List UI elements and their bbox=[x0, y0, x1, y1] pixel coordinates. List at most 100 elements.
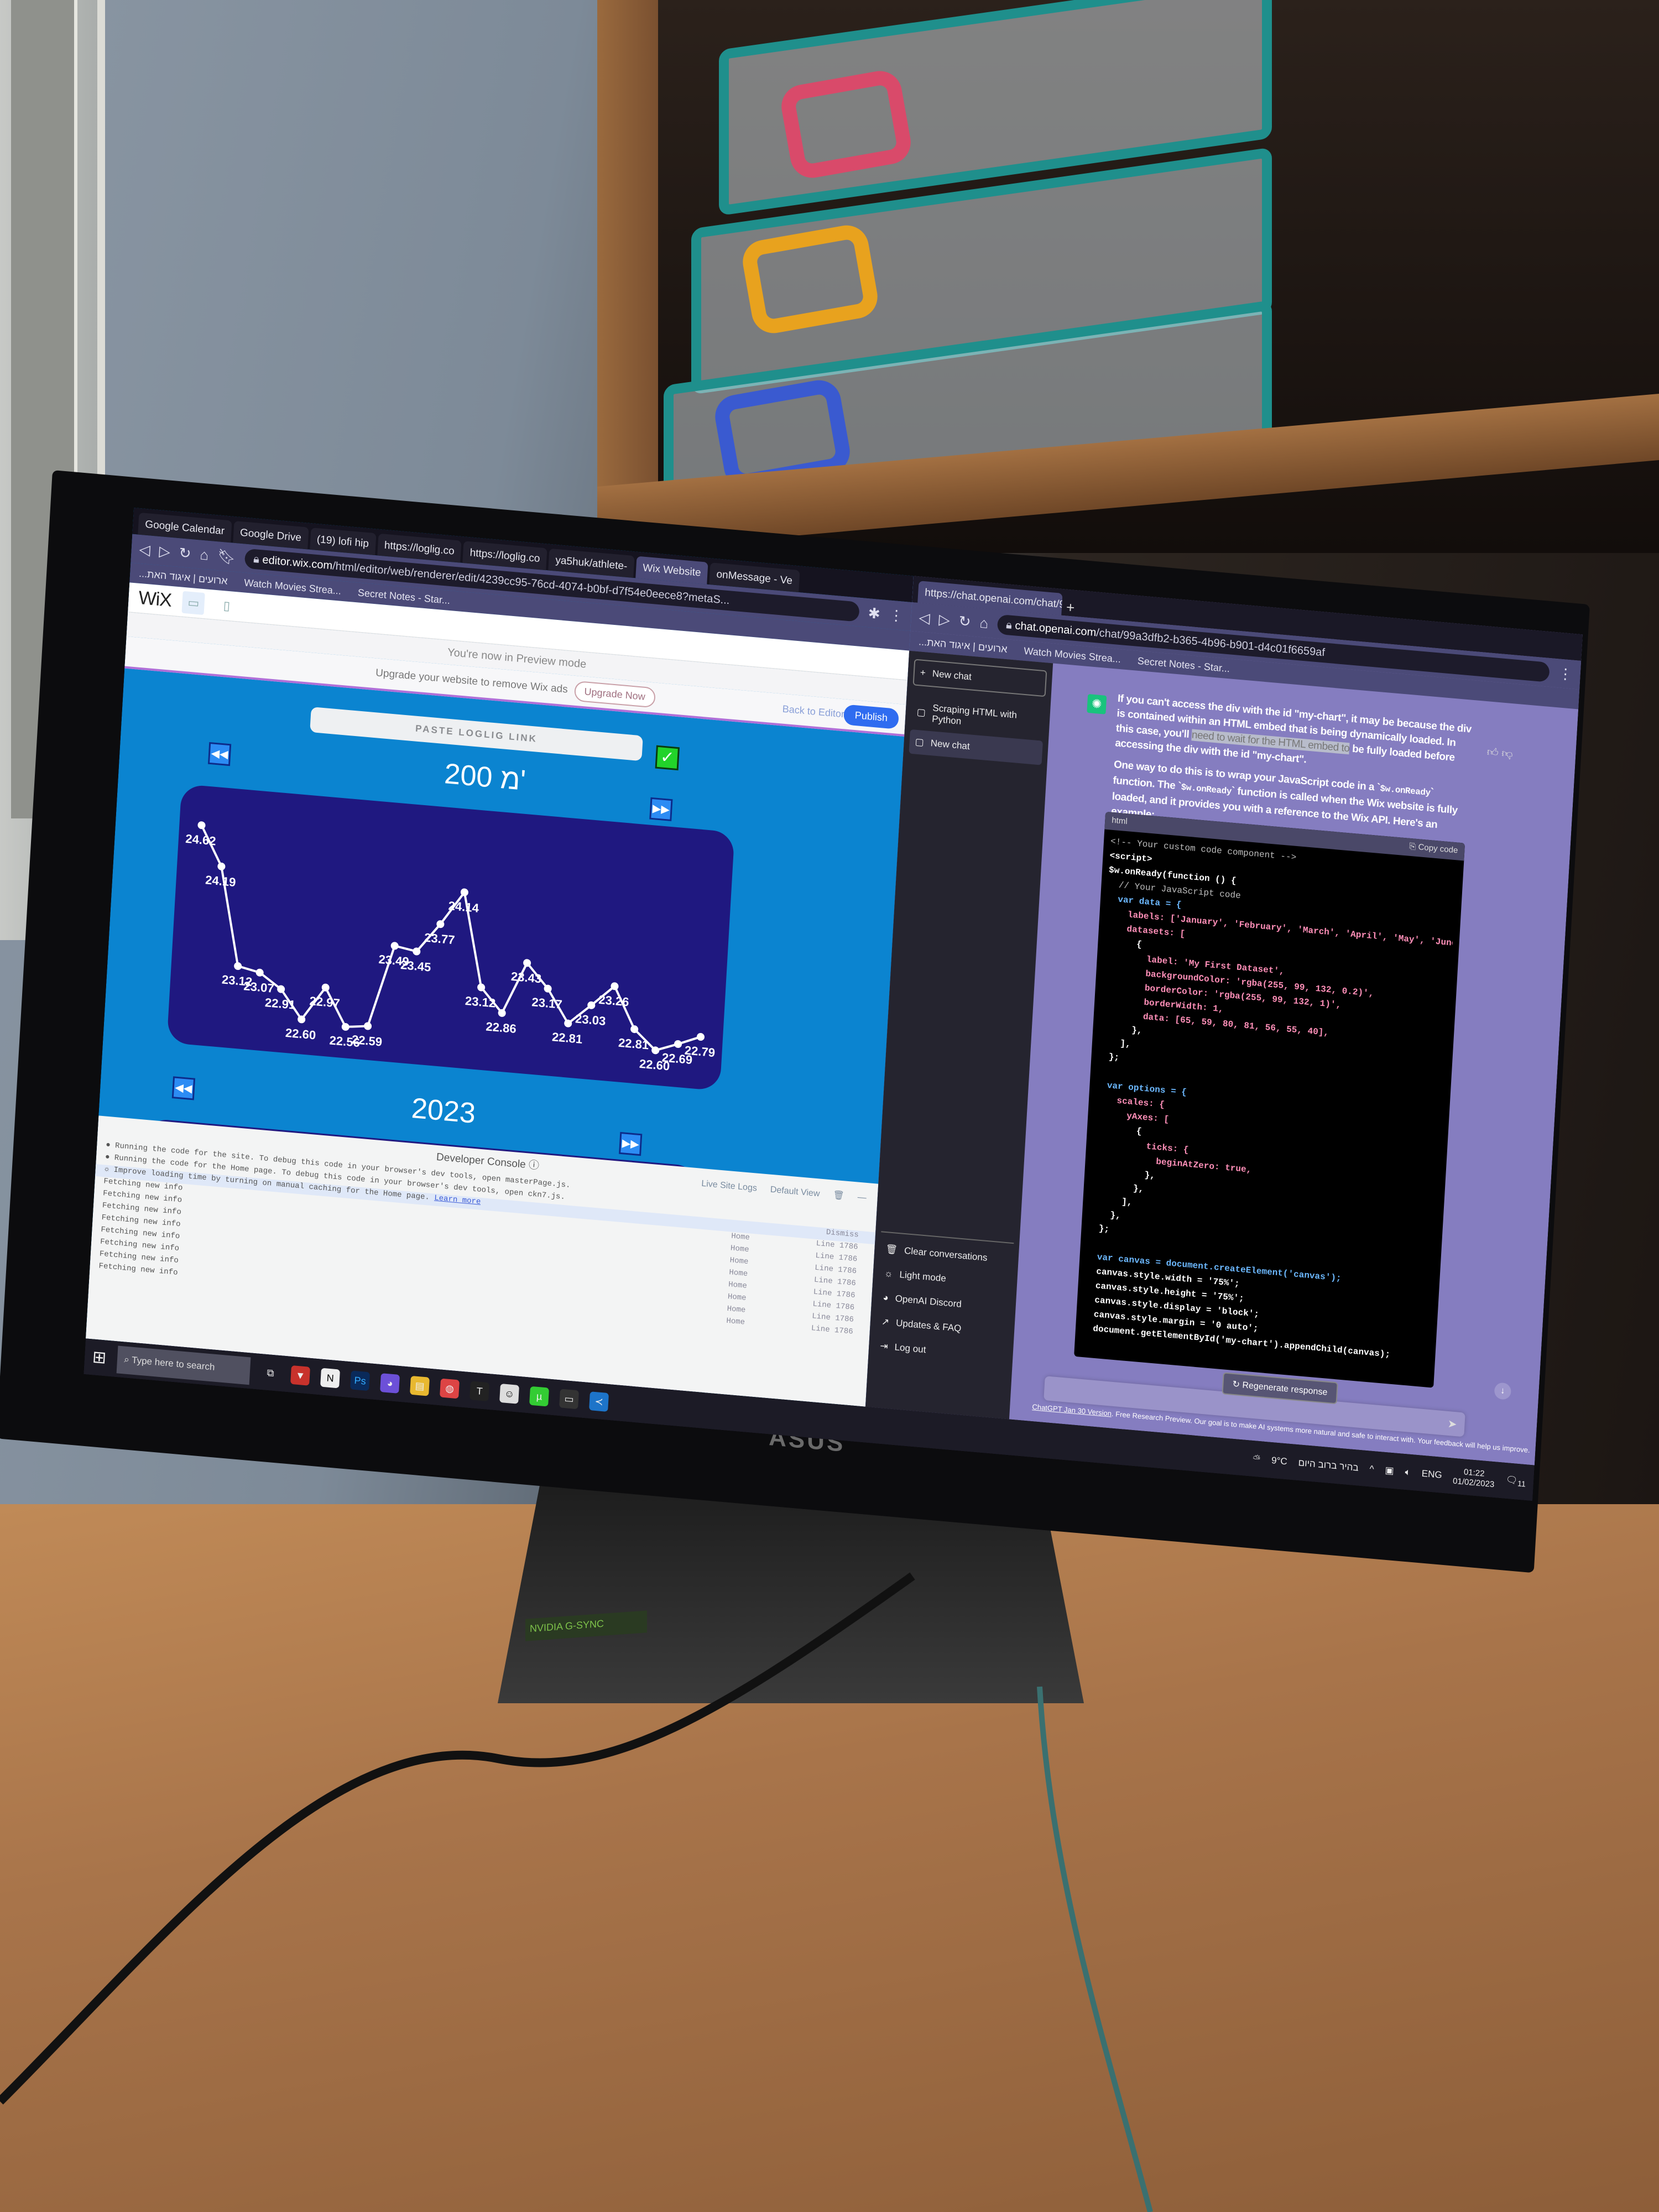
shelf-side bbox=[597, 0, 658, 553]
language-indicator[interactable]: ENG bbox=[1421, 1468, 1442, 1480]
notion-icon[interactable]: N bbox=[320, 1368, 341, 1388]
back-to-editor-link[interactable]: Back to Editor bbox=[782, 703, 844, 720]
mobile-view-icon[interactable]: ▯ bbox=[215, 594, 238, 618]
file-explorer-icon[interactable]: ▤ bbox=[410, 1375, 430, 1396]
thumbs-down-icon[interactable]: 👎︎ bbox=[1501, 747, 1514, 760]
data-label: 22.81 bbox=[618, 1036, 649, 1052]
data-label: 23.45 bbox=[400, 958, 431, 974]
data-point[interactable] bbox=[364, 1022, 372, 1030]
new-tab-icon[interactable]: + bbox=[1066, 599, 1075, 617]
console-page: Home bbox=[727, 1292, 747, 1303]
popcorn-icon[interactable]: ◍ bbox=[440, 1378, 460, 1399]
data-point[interactable] bbox=[234, 962, 242, 970]
volume-icon[interactable]: 🔈︎ bbox=[1405, 1467, 1411, 1478]
conversation-title: Scraping HTML with Python bbox=[931, 702, 1018, 727]
forward-icon[interactable]: ▷ bbox=[159, 542, 171, 561]
next-chart-button-2[interactable]: ▶▶ bbox=[619, 1131, 643, 1156]
sidebar-action-label: OpenAI Discord bbox=[895, 1293, 962, 1310]
previous-chart-button-2[interactable]: ◀◀ bbox=[171, 1076, 196, 1100]
trash-icon: 🗑︎ bbox=[885, 1243, 898, 1255]
data-label: 22.79 bbox=[684, 1043, 715, 1060]
network-icon[interactable]: ▣ bbox=[1385, 1465, 1394, 1477]
checkmark-icon[interactable]: ✓ bbox=[655, 745, 680, 771]
info-icon[interactable]: ⓘ bbox=[528, 1160, 539, 1172]
data-point[interactable] bbox=[341, 1022, 349, 1031]
back-icon[interactable]: ◁ bbox=[919, 609, 931, 627]
data-label: 23.17 bbox=[531, 995, 562, 1011]
conversation-title: New chat bbox=[930, 738, 971, 752]
task-view-icon[interactable]: ⧉ bbox=[260, 1363, 280, 1383]
loglig-link-input[interactable]: PASTE LOGLIG LINK bbox=[310, 707, 643, 761]
chat-bubble-icon: ▢ bbox=[916, 706, 926, 718]
weather-temp[interactable]: 9°C bbox=[1271, 1455, 1288, 1467]
utorrent-icon[interactable]: µ bbox=[529, 1386, 550, 1407]
bookmark-icon[interactable]: 🔖︎ bbox=[217, 547, 236, 566]
minimize-console-icon[interactable]: — bbox=[857, 1186, 867, 1211]
notifications-icon[interactable]: 🗨︎11 bbox=[1505, 1474, 1526, 1489]
reload-icon[interactable]: ↻ bbox=[958, 612, 972, 630]
sidebar-action-label: Log out bbox=[894, 1342, 926, 1355]
data-label: 22.97 bbox=[309, 994, 340, 1010]
previous-chart-button[interactable]: ◀◀ bbox=[207, 742, 232, 766]
photoshop-icon[interactable]: Ps bbox=[350, 1370, 371, 1391]
chatgpt-avatar-icon: ✺ bbox=[1087, 693, 1107, 714]
data-label: 23.03 bbox=[575, 1011, 606, 1028]
data-point[interactable] bbox=[197, 821, 206, 830]
thumbs-up-icon[interactable]: 👍︎ bbox=[1486, 746, 1499, 759]
menu-icon[interactable]: ⋮ bbox=[889, 606, 904, 624]
clock[interactable]: 01:22 01/02/2023 bbox=[1453, 1466, 1495, 1489]
sidebar-action-label: Light mode bbox=[899, 1269, 947, 1284]
data-point[interactable] bbox=[674, 1040, 682, 1048]
console-page: Home bbox=[728, 1280, 748, 1291]
data-label: 24.14 bbox=[448, 899, 479, 915]
data-point[interactable] bbox=[217, 862, 226, 870]
external-link-icon: ↗ bbox=[881, 1316, 890, 1328]
windows-start-icon[interactable]: ⊞ bbox=[92, 1348, 107, 1368]
copy-code-button[interactable]: ⎘ Copy code bbox=[1409, 842, 1458, 857]
data-point[interactable] bbox=[390, 942, 399, 950]
console-page: Home bbox=[728, 1268, 748, 1279]
live-site-logs-button[interactable]: Live Site Logs bbox=[701, 1172, 758, 1201]
data-point[interactable] bbox=[696, 1032, 705, 1041]
chart-title: 200 מ' bbox=[443, 758, 527, 797]
console-page: Home bbox=[730, 1244, 750, 1255]
console-page: Home bbox=[731, 1232, 750, 1243]
data-label: 23.77 bbox=[424, 931, 455, 947]
code-block: html ⎘ Copy code <!-- Your custom code co… bbox=[1074, 811, 1465, 1388]
back-icon[interactable]: ◁ bbox=[139, 540, 151, 559]
menu-icon[interactable]: ⋮ bbox=[1558, 665, 1573, 683]
send-icon[interactable]: ➤ bbox=[1447, 1417, 1457, 1431]
home-icon[interactable]: ⌂ bbox=[200, 546, 209, 564]
forward-icon[interactable]: ▷ bbox=[938, 611, 951, 629]
weather-icon[interactable]: ⛅︎ bbox=[1253, 1453, 1261, 1465]
terminal-icon[interactable]: ▭ bbox=[559, 1388, 580, 1409]
data-label: 23.12 bbox=[465, 994, 495, 1010]
app-icon[interactable]: ☺ bbox=[499, 1383, 520, 1404]
brave-icon[interactable]: ▼ bbox=[290, 1365, 311, 1386]
reload-icon[interactable]: ↻ bbox=[179, 544, 192, 562]
next-chart-button[interactable]: ▶▶ bbox=[649, 797, 673, 822]
monitor-screen: Google Calendar Google Drive (19) lofi hip… bbox=[84, 508, 1583, 1501]
cables bbox=[0, 1572, 1153, 2212]
clear-console-icon[interactable]: 🗑︎ bbox=[832, 1183, 845, 1209]
home-icon[interactable]: ⌂ bbox=[979, 614, 989, 632]
extensions-icon[interactable]: ✱ bbox=[868, 604, 881, 623]
publish-button[interactable]: Publish bbox=[843, 703, 900, 729]
desktop-view-icon[interactable]: ▭ bbox=[181, 591, 206, 615]
data-label: 22.81 bbox=[551, 1030, 582, 1046]
taskbar-search[interactable]: ⌕ Type here to search bbox=[116, 1345, 251, 1385]
upgrade-now-button[interactable]: Upgrade Now bbox=[573, 680, 656, 708]
vscode-icon[interactable]: ≺ bbox=[589, 1391, 609, 1412]
discord-icon[interactable]: ◕ bbox=[380, 1373, 400, 1394]
scroll-down-icon[interactable]: ↓ bbox=[1494, 1382, 1512, 1400]
tradingview-icon[interactable]: T bbox=[469, 1380, 490, 1401]
weather-text: בהיר ברוב היום bbox=[1298, 1457, 1359, 1473]
tray-expand-icon[interactable]: ^ bbox=[1369, 1463, 1374, 1475]
chart-title-2: 2023 bbox=[410, 1092, 477, 1130]
chart-card: 24.62 24.19 23.12 23.07 22.91 22.60 22.97 22.56… bbox=[166, 784, 735, 1091]
view-select[interactable]: Default View bbox=[770, 1178, 821, 1207]
console-page: Home bbox=[726, 1316, 745, 1327]
new-chat-button[interactable]: + New chat bbox=[912, 659, 1047, 697]
data-label: 22.60 bbox=[285, 1026, 316, 1042]
sidebar-action-label: Updates & FAQ bbox=[895, 1317, 962, 1334]
